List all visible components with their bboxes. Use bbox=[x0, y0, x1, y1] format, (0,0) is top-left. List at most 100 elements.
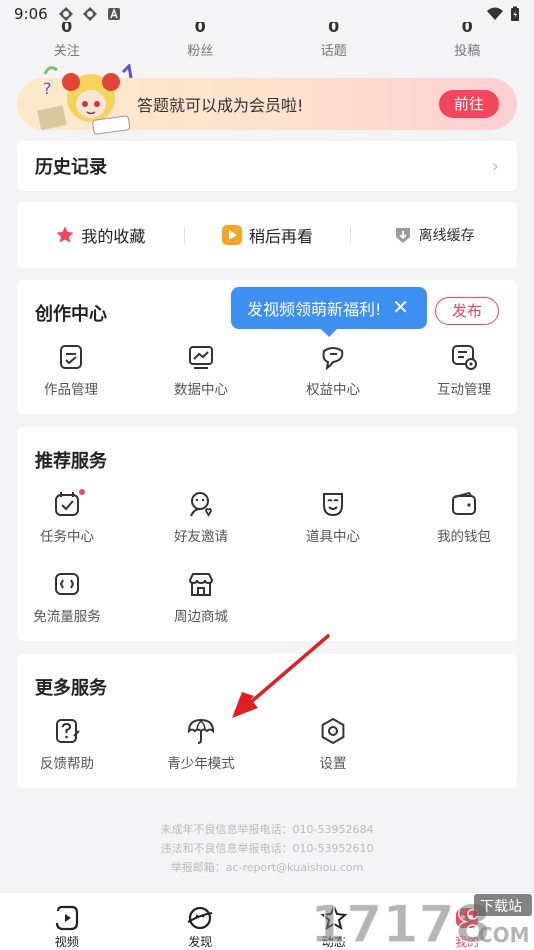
banner-text: 答题就可以成为会员啦! bbox=[137, 96, 304, 115]
rights-icon bbox=[322, 347, 344, 371]
recommended-services-title: 推荐服务 bbox=[35, 451, 107, 472]
data-center-label: 数据中心 bbox=[174, 382, 228, 398]
recommended-services-card: 推荐服务 任务中心 好友邀请 道具中心 我的钱包 免流量服务 周边商城 bbox=[17, 427, 517, 641]
props-center-item[interactable]: 道具中心 bbox=[283, 489, 383, 545]
play-later-icon bbox=[222, 225, 242, 245]
quick-links-card: 我的收藏 稍后再看 离线缓存 bbox=[17, 202, 517, 268]
favorites-label: 我的收藏 bbox=[81, 227, 146, 246]
offline-cache-button[interactable]: 离线缓存 bbox=[350, 225, 517, 245]
sim-icon bbox=[55, 573, 79, 595]
creation-center-title: 创作中心 bbox=[35, 304, 107, 325]
more-services-card: 更多服务 反馈帮助 青少年模式 设置 bbox=[17, 654, 517, 788]
history-title: 历史记录 bbox=[35, 157, 107, 178]
tab-me[interactable]: 我的 bbox=[401, 893, 534, 950]
chevron-right-icon: › bbox=[491, 155, 499, 177]
tab-discover-label: 发现 bbox=[188, 935, 213, 949]
rights-center-item[interactable]: 权益中心 bbox=[283, 342, 383, 398]
stat-label: 投稿 bbox=[454, 44, 481, 59]
mascot-illustration-icon: ? bbox=[37, 64, 133, 135]
discover-tab-icon bbox=[187, 906, 213, 930]
report-line-illegal: 违法和不良信息举报电话：010-53952610 bbox=[160, 842, 374, 855]
merch-shop-item[interactable]: 周边商城 bbox=[151, 569, 251, 625]
interaction-management-item[interactable]: 互动管理 bbox=[414, 342, 514, 398]
status-time: 9:06 bbox=[14, 5, 48, 23]
membership-banner[interactable]: ? 答题就可以成为会员啦! 前往 bbox=[17, 64, 517, 135]
works-icon bbox=[60, 345, 82, 369]
props-icon bbox=[323, 493, 343, 517]
battery-icon bbox=[511, 6, 519, 21]
me-tab-icon bbox=[456, 908, 479, 928]
tab-video-label: 视频 bbox=[54, 935, 79, 949]
video-tab-icon bbox=[55, 905, 78, 931]
wallet-icon bbox=[452, 491, 476, 515]
help-icon bbox=[56, 719, 80, 743]
settings-icon bbox=[321, 717, 345, 745]
bottom-tab-bar: 视频 发现 动态 我的 bbox=[0, 892, 534, 950]
tab-feed[interactable]: 动态 bbox=[267, 893, 401, 950]
stat-label: 关注 bbox=[53, 44, 80, 59]
stat-value: 0 bbox=[461, 22, 473, 36]
data-center-item[interactable]: 数据中心 bbox=[151, 342, 251, 398]
props-center-label: 道具中心 bbox=[306, 529, 360, 545]
watch-later-label: 稍后再看 bbox=[249, 227, 314, 246]
stat-followers[interactable]: 0 粉丝 bbox=[134, 22, 268, 62]
stat-label: 粉丝 bbox=[187, 44, 214, 59]
merch-shop-label: 周边商城 bbox=[174, 609, 228, 625]
task-center-label: 任务中心 bbox=[40, 529, 94, 545]
settings-label: 设置 bbox=[319, 756, 347, 772]
my-wallet-label: 我的钱包 bbox=[437, 529, 491, 545]
wifi-icon bbox=[487, 7, 503, 20]
stat-submissions[interactable]: 0 投稿 bbox=[401, 22, 534, 62]
settings-item[interactable]: 设置 bbox=[283, 716, 383, 772]
works-management-label: 作品管理 bbox=[44, 382, 98, 398]
app-notification-icon bbox=[58, 7, 73, 21]
watch-later-button[interactable]: 稍后再看 bbox=[183, 223, 351, 247]
shop-icon bbox=[188, 573, 214, 596]
more-services-title: 更多服务 bbox=[35, 678, 107, 699]
interaction-management-label: 互动管理 bbox=[437, 382, 491, 398]
close-icon[interactable]: ✕ bbox=[392, 297, 409, 317]
tab-feed-label: 动态 bbox=[321, 935, 346, 949]
feed-tab-icon bbox=[320, 905, 348, 931]
tab-me-label: 我的 bbox=[455, 935, 480, 949]
favorites-button[interactable]: 我的收藏 bbox=[17, 223, 184, 247]
stat-value: 0 bbox=[194, 22, 206, 36]
teen-mode-item[interactable]: 青少年模式 bbox=[151, 716, 251, 772]
stat-topics[interactable]: 0 话题 bbox=[267, 22, 401, 62]
publish-tooltip[interactable]: 发视频领萌新福利! ✕ bbox=[231, 287, 427, 337]
my-wallet-item[interactable]: 我的钱包 bbox=[414, 489, 514, 545]
data-icon bbox=[189, 346, 213, 369]
invite-friends-label: 好友邀请 bbox=[174, 529, 228, 545]
tab-video[interactable]: 视频 bbox=[0, 893, 134, 950]
download-icon bbox=[395, 228, 410, 243]
stat-value: 0 bbox=[328, 22, 340, 36]
rights-center-label: 权益中心 bbox=[306, 382, 360, 398]
report-info: 未成年不良信息举报电话：010-53952684 违法和不良信息举报电话：010… bbox=[0, 820, 534, 877]
star-icon bbox=[56, 226, 74, 243]
tab-discover[interactable]: 发现 bbox=[134, 893, 268, 950]
umbrella-icon bbox=[187, 718, 215, 744]
stat-value: 0 bbox=[61, 22, 73, 36]
tooltip-text: 发视频领萌新福利! bbox=[247, 300, 382, 319]
feedback-help-item[interactable]: 反馈帮助 bbox=[17, 716, 117, 772]
interaction-icon bbox=[452, 345, 477, 370]
banner-go-button[interactable]: 前往 bbox=[439, 90, 499, 118]
report-line-minors: 未成年不良信息举报电话：010-53952684 bbox=[160, 823, 374, 836]
teen-mode-label: 青少年模式 bbox=[167, 756, 235, 772]
font-notification-icon bbox=[107, 8, 120, 20]
history-card[interactable]: 历史记录 › bbox=[17, 141, 517, 191]
status-system-icons bbox=[486, 6, 520, 22]
stat-label: 话题 bbox=[320, 44, 347, 59]
publish-button[interactable]: 发布 bbox=[435, 297, 499, 325]
task-center-item[interactable]: 任务中心 bbox=[17, 489, 117, 545]
status-notification-icons bbox=[58, 6, 122, 22]
svg-text:?: ? bbox=[43, 79, 52, 98]
works-management-item[interactable]: 作品管理 bbox=[21, 342, 121, 398]
free-data-item[interactable]: 免流量服务 bbox=[17, 569, 117, 625]
report-line-email: 举报邮箱：ac-report@kuaishou.com bbox=[170, 861, 364, 874]
notification-dot bbox=[79, 489, 85, 495]
stat-following[interactable]: 0 关注 bbox=[0, 22, 134, 62]
invite-icon bbox=[190, 492, 212, 517]
invite-friends-item[interactable]: 好友邀请 bbox=[151, 489, 251, 545]
free-data-label: 免流量服务 bbox=[33, 609, 101, 625]
